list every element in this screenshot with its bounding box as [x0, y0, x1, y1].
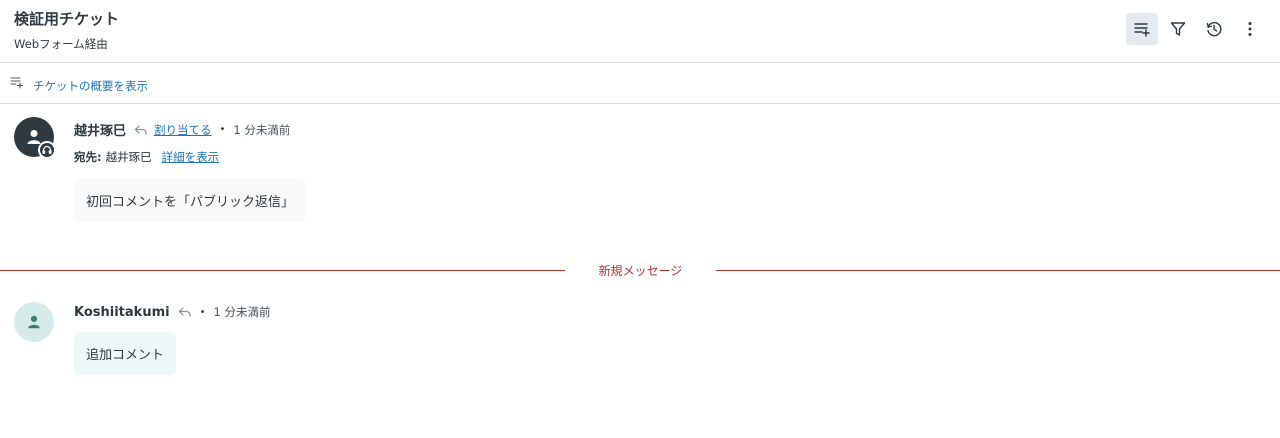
history-icon [1206, 21, 1222, 37]
more-vertical-icon [1248, 22, 1252, 36]
comment-recipient: 宛先: 越井琢巳 詳細を表示 [74, 149, 219, 165]
summary-toggle-button[interactable] [1126, 13, 1158, 45]
recipient-label: 宛先: [74, 150, 102, 164]
list-add-icon [10, 77, 24, 89]
separator-dot: • [199, 306, 206, 318]
comment-meta: Koshiitakumi • 1 分未満前 [74, 304, 270, 320]
recipient-name: 越井琢巳 [105, 150, 152, 164]
ticket-channel: Webフォーム経由 [14, 37, 108, 51]
ticket-header: 検証用チケット Webフォーム経由 [0, 0, 1280, 63]
reply-icon [134, 124, 147, 135]
show-details-link[interactable]: 詳細を表示 [162, 149, 220, 165]
comment-author[interactable]: Koshiitakumi [74, 305, 170, 320]
user-avatar[interactable] [14, 302, 54, 342]
filter-button[interactable] [1162, 13, 1194, 45]
comment-body: 初回コメントを「パブリック返信」 [74, 179, 307, 222]
comment-body: 追加コメント [74, 332, 177, 375]
assign-link[interactable]: 割り当てる [154, 122, 212, 138]
comment-author[interactable]: 越井琢巳 [74, 120, 126, 139]
divider-line-right [716, 270, 1280, 271]
comment-meta: 越井琢巳 割り当てる • 1 分未満前 [74, 120, 291, 140]
agent-badge [38, 141, 56, 159]
new-message-label: 新規メッセージ [598, 264, 683, 278]
summary-bar: チケットの概要を表示 [0, 63, 1280, 104]
new-message-divider: 新規メッセージ [0, 260, 1280, 280]
ticket-toolbar [1126, 13, 1266, 45]
show-summary-link[interactable]: チケットの概要を表示 [33, 78, 148, 94]
divider-line-left [0, 270, 565, 271]
list-add-icon [1134, 23, 1150, 37]
more-options-button[interactable] [1234, 13, 1266, 45]
comment-timestamp: 1 分未満前 [213, 305, 271, 319]
person-icon [28, 315, 40, 329]
reply-icon [178, 307, 191, 317]
comment-timestamp: 1 分未満前 [233, 122, 291, 137]
filter-icon [1170, 22, 1186, 36]
headset-icon [42, 145, 52, 154]
history-button[interactable] [1198, 13, 1230, 45]
ticket-title: 検証用チケット [14, 10, 120, 28]
separator-dot: • [219, 124, 226, 135]
